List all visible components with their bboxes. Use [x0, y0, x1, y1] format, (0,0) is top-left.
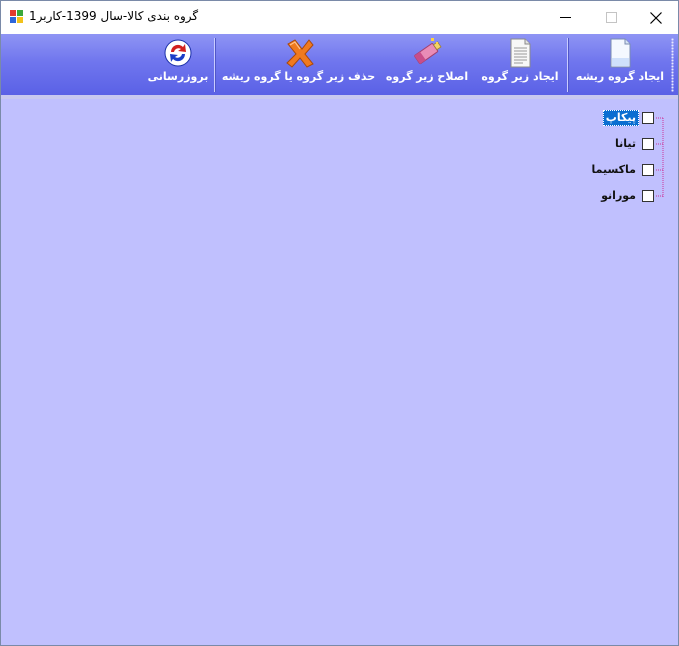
tree-node[interactable]: مورانو	[598, 186, 654, 206]
title-bar[interactable]: گروه بندی کالا-سال 1399-کاربر1	[1, 1, 678, 34]
tree-node-label[interactable]: پیکاپ	[602, 110, 639, 126]
toolbar-separator	[567, 38, 568, 92]
lined-document-icon	[503, 36, 537, 70]
refresh-label: بروزرسانی	[147, 70, 209, 83]
tree-node-checkbox[interactable]	[642, 164, 654, 176]
refresh-button[interactable]: بروزرسانی	[147, 34, 209, 95]
tree-node-checkbox[interactable]	[642, 138, 654, 150]
delete-group-button[interactable]: حذف زیر گروه یا گروه ریشه	[220, 34, 377, 95]
tree-node-checkbox[interactable]	[642, 112, 654, 124]
tree-node-label[interactable]: ماکسیما	[588, 162, 639, 178]
tree-connector-lines	[656, 117, 664, 197]
toolbar: ایجاد گروه ریشه ایجاد زیر گروه اصلاح زیر…	[1, 34, 678, 95]
app-window: گروه بندی کالا-سال 1399-کاربر1 ایجاد گرو…	[0, 0, 679, 646]
windows-app-icon	[10, 10, 24, 24]
tree-node-label[interactable]: مورانو	[598, 188, 639, 204]
maximize-button[interactable]	[588, 1, 634, 34]
group-tree[interactable]: پیکاپ تیانا ماکسیما مورانو	[1, 99, 678, 219]
edit-subgroup-button[interactable]: اصلاح زیر گروه	[383, 34, 471, 95]
delete-x-icon	[282, 36, 316, 70]
eraser-edit-icon	[410, 36, 444, 70]
create-root-group-button[interactable]: ایجاد گروه ریشه	[573, 34, 667, 95]
window-title: گروه بندی کالا-سال 1399-کاربر1	[29, 9, 199, 23]
tree-node[interactable]: تیانا	[612, 134, 654, 154]
tree-node-checkbox[interactable]	[642, 190, 654, 202]
tree-node[interactable]: ماکسیما	[588, 160, 654, 180]
edit-subgroup-label: اصلاح زیر گروه	[385, 70, 469, 83]
main-panel: پیکاپ تیانا ماکسیما مورانو	[1, 95, 678, 645]
create-root-group-label: ایجاد گروه ریشه	[575, 70, 665, 83]
create-subgroup-button[interactable]: ایجاد زیر گروه	[478, 34, 562, 95]
tree-node[interactable]: پیکاپ	[602, 108, 654, 128]
toolbar-separator	[214, 38, 215, 92]
close-button[interactable]	[633, 1, 678, 34]
refresh-icon	[161, 36, 195, 70]
minimize-button[interactable]	[542, 1, 588, 34]
toolbar-grip[interactable]	[671, 38, 674, 92]
close-icon	[650, 11, 662, 24]
new-document-icon	[603, 36, 637, 70]
tree-node-label[interactable]: تیانا	[612, 136, 639, 152]
create-subgroup-label: ایجاد زیر گروه	[481, 70, 559, 83]
delete-group-label: حذف زیر گروه یا گروه ریشه	[221, 70, 376, 83]
minimize-icon	[559, 17, 571, 18]
maximize-icon	[605, 12, 617, 23]
